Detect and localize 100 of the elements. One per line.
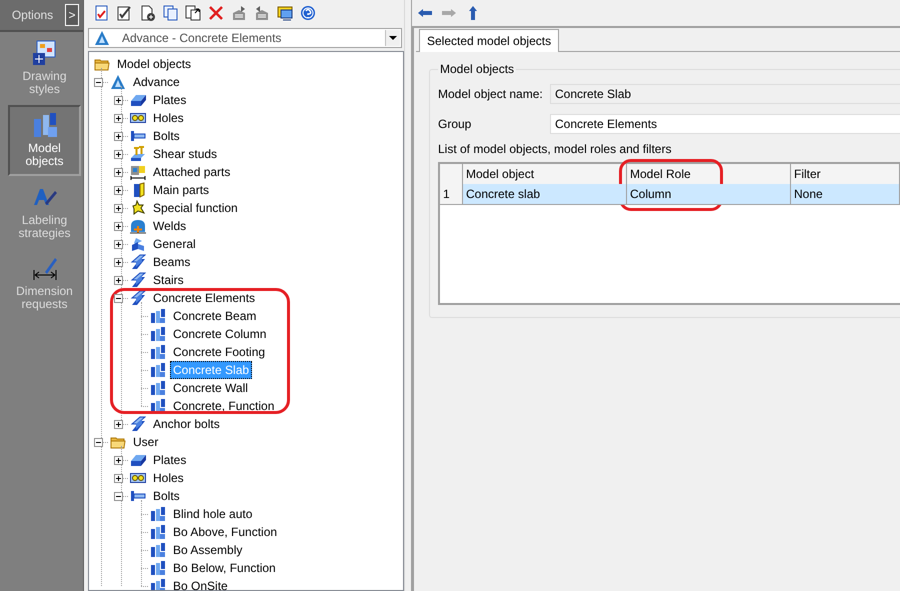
tree-item[interactable]: Bolts xyxy=(150,127,183,145)
collapse-icon[interactable] xyxy=(94,438,103,446)
beam-icon xyxy=(130,272,146,288)
column-header[interactable]: Model object xyxy=(463,164,627,185)
tree-item[interactable]: Stairs xyxy=(150,271,187,289)
weld-icon xyxy=(130,218,146,234)
tree-item[interactable]: Welds xyxy=(150,217,190,235)
blocks-icon xyxy=(150,560,166,576)
blocks-icon xyxy=(150,326,166,342)
tree-item[interactable]: Main parts xyxy=(150,181,212,199)
table-cell[interactable]: Column xyxy=(627,184,791,205)
table-caption: List of model objects, model roles and filters xyxy=(438,142,672,156)
expand-icon[interactable] xyxy=(114,240,123,248)
tree-item[interactable]: Bolts xyxy=(150,487,183,505)
tree-item[interactable]: Attached parts xyxy=(150,163,234,181)
tree-item[interactable]: Special function xyxy=(150,199,241,217)
star-icon xyxy=(130,200,146,216)
bolt-icon xyxy=(130,128,146,144)
expand-icon[interactable] xyxy=(114,420,123,428)
beam-icon xyxy=(130,290,146,306)
blocks-icon xyxy=(150,398,166,414)
view-dropdown[interactable]: Advance - Concrete Elements xyxy=(88,28,402,48)
expand-icon[interactable] xyxy=(114,204,123,212)
expand-toggle[interactable]: > xyxy=(65,4,79,26)
beam-icon xyxy=(130,416,146,432)
expand-icon[interactable] xyxy=(114,258,123,266)
tree-item[interactable]: Shear studs xyxy=(150,145,220,163)
tree-item[interactable]: Blind hole auto xyxy=(170,505,256,523)
tree-item[interactable]: Concrete Beam xyxy=(170,307,260,325)
triangle-logo-icon xyxy=(94,30,110,46)
copy-icon[interactable] xyxy=(162,5,178,21)
tree-item[interactable]: Bo Above, Function xyxy=(170,523,280,541)
stud-icon xyxy=(130,146,146,162)
tree-item[interactable]: Beams xyxy=(150,253,194,271)
text-field[interactable]: Concrete Slab xyxy=(550,84,900,104)
tree-item[interactable]: Bo Assembly xyxy=(170,541,246,559)
blocks-icon xyxy=(130,236,146,252)
blocks-icon xyxy=(150,524,166,540)
tab[interactable]: Selected model objects xyxy=(419,29,560,52)
holes-icon xyxy=(130,470,146,486)
collapse-icon[interactable] xyxy=(114,492,123,500)
tree-item[interactable]: Concrete Wall xyxy=(170,379,251,397)
import-icon[interactable] xyxy=(231,5,247,21)
tree-item[interactable]: Bo Below, Function xyxy=(170,559,279,577)
add-document-icon[interactable] xyxy=(139,5,155,21)
expand-icon[interactable] xyxy=(114,474,123,482)
column-header[interactable]: Filter xyxy=(791,164,900,185)
expand-icon[interactable] xyxy=(114,132,123,140)
triangle-logo-icon xyxy=(110,74,126,90)
tree-item[interactable]: User xyxy=(130,433,162,451)
tree-item[interactable]: Advance xyxy=(130,73,183,91)
blocks-icon xyxy=(150,362,166,378)
expand-icon[interactable] xyxy=(114,276,123,284)
column-header[interactable]: Model Role xyxy=(627,164,791,185)
tree-item[interactable]: Concrete Elements xyxy=(150,289,258,307)
holes-icon xyxy=(130,110,146,126)
tree-item[interactable]: Holes xyxy=(150,469,187,487)
text-field[interactable]: Concrete Elements xyxy=(550,114,900,134)
document-edit-icon[interactable] xyxy=(116,5,132,21)
parts-icon xyxy=(130,164,146,180)
tree-item[interactable]: Concrete Footing xyxy=(170,343,268,361)
delete-icon[interactable] xyxy=(208,5,224,21)
bolt-icon xyxy=(130,488,146,504)
help-icon[interactable] xyxy=(300,5,316,21)
table-cell[interactable]: Concrete slab xyxy=(463,184,627,205)
blocks-icon xyxy=(150,542,166,558)
collapse-icon[interactable] xyxy=(94,78,103,86)
tree-item[interactable]: Holes xyxy=(150,109,187,127)
sidebar-header: Options xyxy=(10,8,54,22)
expand-icon[interactable] xyxy=(114,456,123,464)
document-check-icon[interactable] xyxy=(93,5,109,21)
row-number: 1 xyxy=(440,184,463,205)
tree-item[interactable]: Bo OnSite xyxy=(170,577,231,590)
expand-icon[interactable] xyxy=(114,168,123,176)
plate-icon xyxy=(130,452,146,468)
field-label: Model object name: xyxy=(438,87,544,101)
blocks-icon xyxy=(150,380,166,396)
tree-item[interactable]: Concrete, Function xyxy=(170,397,278,415)
collapse-icon[interactable] xyxy=(114,294,123,302)
tree-item[interactable]: Concrete Column xyxy=(170,325,270,343)
expand-icon[interactable] xyxy=(114,222,123,230)
tree-item[interactable]: Model objects xyxy=(114,55,194,73)
tree-item[interactable]: Plates xyxy=(150,451,190,469)
layout-icon xyxy=(30,39,58,67)
table-cell[interactable]: None xyxy=(791,184,900,205)
blocks-icon xyxy=(150,578,166,590)
beam-icon xyxy=(130,254,146,270)
blocks-icon xyxy=(150,506,166,522)
tree-item[interactable]: General xyxy=(150,235,199,253)
monitor-icon[interactable] xyxy=(277,5,293,21)
tree-item[interactable]: Anchor bolts xyxy=(150,415,223,433)
blocks-icon xyxy=(150,308,166,324)
expand-icon[interactable] xyxy=(114,150,123,158)
expand-icon[interactable] xyxy=(114,186,123,194)
sidebar-item[interactable]: Model objects xyxy=(8,105,81,176)
expand-icon[interactable] xyxy=(114,96,123,104)
expand-icon[interactable] xyxy=(114,114,123,122)
export-icon[interactable] xyxy=(254,5,270,21)
duplicate-icon[interactable] xyxy=(185,5,201,21)
tree-item[interactable]: Plates xyxy=(150,91,190,109)
